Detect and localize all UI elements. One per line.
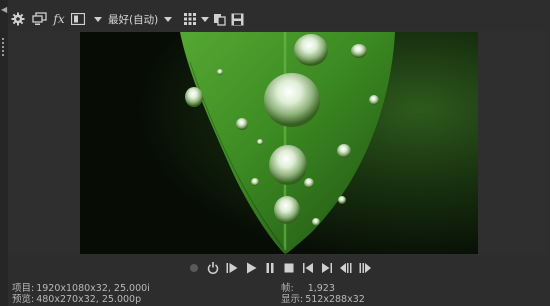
left-dock-strip: ◀: [0, 0, 8, 306]
preview-info-row: 预览: 480x270x32, 25.000p: [12, 294, 141, 305]
settings-gear-icon[interactable]: [8, 9, 28, 29]
preview-label: 预览:: [12, 294, 35, 305]
collapse-arrow-icon[interactable]: ◀: [1, 6, 7, 14]
copy-snapshot-icon[interactable]: [210, 9, 228, 29]
chevron-down-icon: [94, 16, 102, 22]
video-preview-area: [8, 31, 548, 255]
project-label: 项目:: [12, 283, 35, 294]
grid-overlay-icon[interactable]: [180, 9, 200, 29]
frame-value: 1,923: [307, 283, 335, 294]
frame-info-row: 帧: 1,923: [281, 283, 335, 294]
transport-controls: [186, 259, 372, 277]
save-snapshot-icon[interactable]: [228, 9, 246, 29]
quality-preset-label: 最好(自动): [108, 13, 159, 26]
preview-toolbar: fx 最好(自动): [8, 8, 544, 30]
next-marker-icon[interactable]: [357, 261, 372, 276]
loop-icon[interactable]: [205, 261, 220, 276]
quality-preset-dropdown[interactable]: 最好(自动): [94, 12, 173, 27]
chevron-down-icon: [164, 16, 173, 22]
fx-icon[interactable]: fx: [50, 9, 68, 29]
project-info-row: 项目: 1920x1080x32, 25.000i: [12, 283, 150, 294]
display-value: 512x288x32: [305, 294, 365, 305]
video-frame-image: [80, 32, 478, 254]
pause-icon[interactable]: [262, 261, 277, 276]
dock-grip-handle[interactable]: [2, 38, 4, 56]
prev-marker-icon[interactable]: [338, 261, 353, 276]
display-label: 显示:: [281, 294, 304, 305]
frame-label: 帧:: [281, 283, 294, 294]
next-frame-icon[interactable]: [319, 261, 334, 276]
stop-icon[interactable]: [281, 261, 296, 276]
split-view-icon[interactable]: [68, 9, 88, 29]
play-from-start-icon[interactable]: [224, 261, 239, 276]
preview-value: 480x270x32, 25.000p: [36, 294, 142, 305]
display-info-row: 显示: 512x288x32: [281, 294, 365, 305]
grid-dropdown-chevron-icon[interactable]: [200, 9, 210, 29]
record-icon[interactable]: [186, 261, 201, 276]
external-monitor-icon[interactable]: [28, 9, 50, 29]
prev-frame-icon[interactable]: [300, 261, 315, 276]
play-icon[interactable]: [243, 261, 258, 276]
project-value: 1920x1080x32, 25.000i: [36, 283, 150, 294]
